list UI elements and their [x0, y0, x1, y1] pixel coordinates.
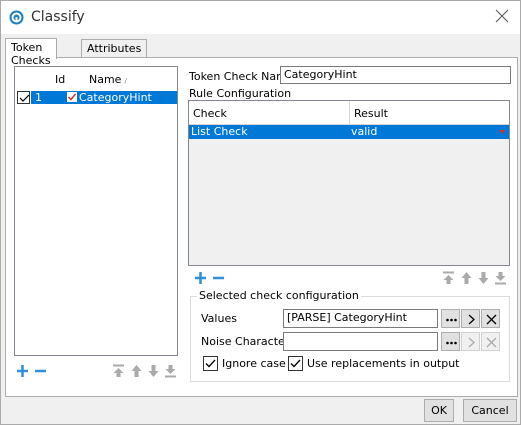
- column-header-check[interactable]: Check: [193, 107, 227, 120]
- values-next-button[interactable]: [461, 309, 480, 328]
- add-icon[interactable]: [16, 364, 29, 378]
- move-down-icon: [148, 365, 159, 377]
- use-replacements-checkbox[interactable]: [288, 356, 303, 371]
- token-check-list[interactable]: Id Name/ 1 CategoryHint: [14, 66, 178, 356]
- move-up-icon: [131, 365, 142, 377]
- use-replacements-label[interactable]: Use replacements in output: [307, 357, 460, 370]
- move-top-icon: [113, 364, 124, 377]
- clear-icon: [486, 337, 497, 348]
- selected-check-group: Selected check configuration Values [PAR…: [190, 289, 510, 382]
- ignore-case-label[interactable]: Ignore case: [222, 357, 286, 370]
- table-row[interactable]: List Check valid: [189, 125, 509, 139]
- check-icon: [290, 359, 301, 368]
- tab-token-checks[interactable]: Token Checks: [5, 38, 57, 67]
- move-bottom-icon: [165, 365, 176, 378]
- token-check-name-input[interactable]: CategoryHint: [280, 66, 511, 84]
- values-clear-button[interactable]: [481, 309, 500, 328]
- rule-move-up-icon: [461, 272, 472, 284]
- row-checkbox[interactable]: [17, 91, 30, 104]
- window-title: Classify: [31, 9, 85, 25]
- check-icon: [205, 359, 216, 368]
- column-header-result[interactable]: Result: [354, 107, 388, 120]
- noise-next-button: [461, 332, 480, 351]
- sort-icon: /: [124, 77, 127, 85]
- tab-attributes[interactable]: Attributes: [81, 39, 148, 58]
- group-title: Selected check configuration: [197, 289, 361, 302]
- valid-icon: [67, 92, 77, 102]
- close-icon[interactable]: [492, 6, 512, 26]
- ignore-case-checkbox[interactable]: [203, 356, 218, 371]
- remove-icon[interactable]: [34, 364, 47, 378]
- check-icon: [19, 94, 30, 102]
- ellipsis-icon: [446, 341, 457, 345]
- list-item[interactable]: 1 CategoryHint: [15, 91, 177, 104]
- rule-configuration-grid[interactable]: Check Result List Check valid: [188, 100, 510, 266]
- values-input[interactable]: [PARSE] CategoryHint: [283, 309, 438, 328]
- remove-rule-icon[interactable]: [212, 271, 225, 285]
- row-id: 1: [35, 91, 42, 104]
- column-divider[interactable]: [349, 101, 350, 125]
- grid-header: Check Result: [189, 101, 509, 125]
- token-checks-panel: Id Name/ 1 CategoryHint Token Check Name…: [5, 57, 518, 397]
- chevron-right-icon: [468, 314, 475, 325]
- row-name: CategoryHint: [79, 91, 152, 104]
- noise-characters-input[interactable]: [283, 332, 438, 351]
- ellipsis-icon: [446, 318, 457, 322]
- title-bar: Classify: [1, 1, 520, 34]
- token-check-name-label: Token Check Name: [189, 70, 294, 83]
- dropdown-arrow-icon[interactable]: [499, 129, 505, 135]
- chevron-right-icon: [468, 337, 475, 348]
- cell-check: List Check: [191, 125, 248, 138]
- noise-clear-button: [481, 332, 500, 351]
- noise-browse-button[interactable]: [441, 332, 460, 351]
- classify-dialog: Classify Token Checks Attributes Id Name…: [0, 0, 521, 425]
- column-header-name-label: Name: [89, 73, 122, 86]
- rule-move-bottom-icon: [495, 272, 506, 285]
- noise-characters-label: Noise Characters: [201, 335, 296, 348]
- app-icon: [9, 10, 24, 25]
- rule-configuration-label: Rule Configuration: [189, 87, 292, 100]
- cancel-button[interactable]: Cancel: [463, 399, 517, 422]
- clear-icon: [486, 314, 497, 325]
- cell-result[interactable]: valid: [351, 125, 377, 139]
- ok-button[interactable]: OK: [424, 399, 454, 422]
- add-rule-icon[interactable]: [194, 271, 207, 285]
- rule-move-down-icon: [478, 272, 489, 284]
- rule-move-top-icon: [443, 271, 454, 284]
- values-browse-button[interactable]: [441, 309, 460, 328]
- values-label: Values: [201, 312, 237, 325]
